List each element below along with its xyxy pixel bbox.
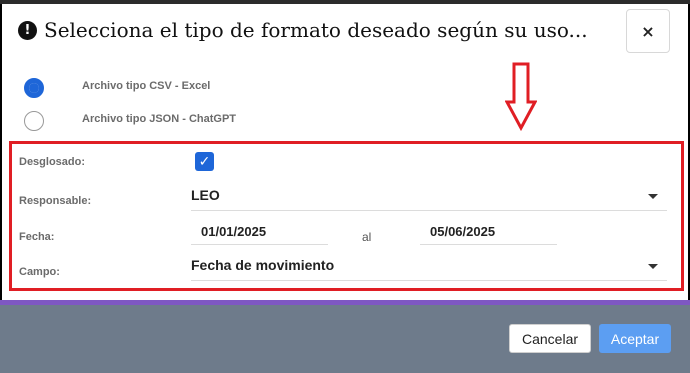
exclamation-icon: !: [18, 20, 37, 40]
fecha-hasta-input[interactable]: 05/06/2025: [420, 218, 557, 245]
desglosado-checkbox[interactable]: ✓: [195, 152, 214, 171]
dialog-title: ! Selecciona el tipo de formato deseado …: [18, 18, 588, 42]
top-strip: [0, 0, 690, 4]
responsable-select[interactable]: LEO: [191, 182, 667, 211]
campo-value: Fecha de movimiento: [191, 257, 335, 273]
chevron-down-icon: [648, 194, 658, 199]
chevron-down-icon: [648, 264, 658, 269]
radio-json-label: Archivo tipo JSON - ChatGPT: [82, 113, 237, 125]
radio-csv-label: Archivo tipo CSV - Excel: [82, 80, 211, 92]
desglosado-label: Desglosado:: [19, 156, 86, 168]
close-icon: ×: [641, 21, 655, 41]
cancel-button[interactable]: Cancelar: [509, 324, 591, 353]
checkmark-icon: ✓: [198, 153, 211, 170]
responsable-value: LEO: [191, 187, 220, 203]
close-button[interactable]: ×: [626, 9, 670, 53]
responsable-label: Responsable:: [19, 195, 92, 207]
radio-json[interactable]: [24, 111, 44, 131]
fecha-desde-input[interactable]: 01/01/2025: [191, 218, 328, 245]
down-arrow-annotation-icon: [505, 62, 537, 132]
campo-select[interactable]: Fecha de movimiento: [191, 252, 667, 281]
fecha-separator: al: [362, 230, 372, 244]
fecha-label: Fecha:: [19, 231, 55, 243]
format-option-csv[interactable]: Archivo tipo CSV - Excel: [24, 78, 210, 98]
campo-label: Campo:: [19, 266, 60, 278]
accept-button[interactable]: Aceptar: [599, 324, 671, 353]
format-option-json[interactable]: Archivo tipo JSON - ChatGPT: [24, 111, 236, 131]
radio-csv[interactable]: [24, 78, 44, 98]
dialog-title-text: Selecciona el tipo de formato deseado se…: [44, 18, 588, 42]
